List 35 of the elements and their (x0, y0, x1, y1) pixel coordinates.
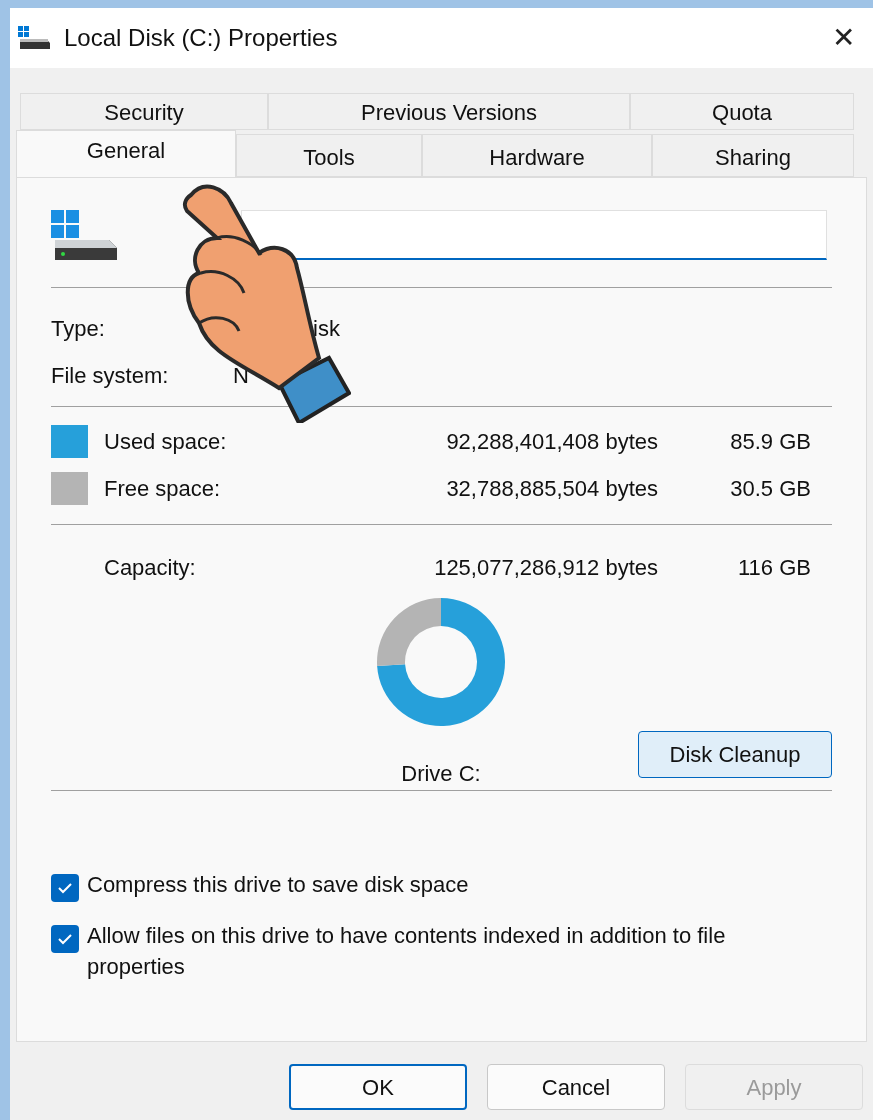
drive-icon (51, 210, 119, 260)
window-title: Local Disk (C:) Properties (64, 23, 338, 53)
tab[interactable]: Security (20, 93, 268, 130)
tab[interactable]: Hardware (422, 134, 652, 177)
space-label: Free space: (104, 474, 222, 503)
checkbox-label: Compress this drive to save disk space (87, 871, 470, 899)
size-value: 30.5 GB (729, 474, 811, 503)
tab[interactable]: General (16, 130, 236, 177)
checkbox-label: Allow files on this drive to have contents indexed in addition to file properties (87, 922, 727, 981)
space-label: Used space: (104, 427, 228, 456)
tab[interactable]: Tools (236, 134, 422, 177)
drive-icon (18, 26, 52, 50)
byte-count: 32,788,885,504 bytes (445, 474, 658, 503)
checkbox[interactable] (51, 925, 79, 953)
dialog-button[interactable]: OK (289, 1064, 467, 1110)
tab[interactable]: Previous Versions (268, 93, 630, 130)
tab[interactable]: Sharing (652, 134, 854, 177)
disk-cleanup-button[interactable]: Disk Cleanup (638, 731, 832, 778)
close-button[interactable]: ✕ (828, 24, 859, 52)
size-value: 85.9 GB (729, 427, 811, 456)
space-label: Capacity: (104, 553, 197, 582)
check-icon (57, 880, 73, 896)
byte-count: 92,288,401,408 bytes (445, 427, 658, 456)
checkbox[interactable] (51, 874, 79, 902)
dialog-button[interactable]: Cancel (487, 1064, 665, 1110)
byte-count: 125,077,286,912 bytes (433, 553, 658, 582)
property-label: Type: (51, 315, 106, 339)
property-value: isk (313, 315, 340, 339)
name-field[interactable] (241, 210, 827, 260)
drive-label: Drive C: (401, 760, 481, 788)
check-icon (57, 931, 73, 947)
tab[interactable]: Quota (630, 93, 854, 130)
property-label: File system: (51, 362, 170, 386)
size-value: 116 GB (737, 553, 811, 582)
property-value: N (233, 362, 249, 386)
